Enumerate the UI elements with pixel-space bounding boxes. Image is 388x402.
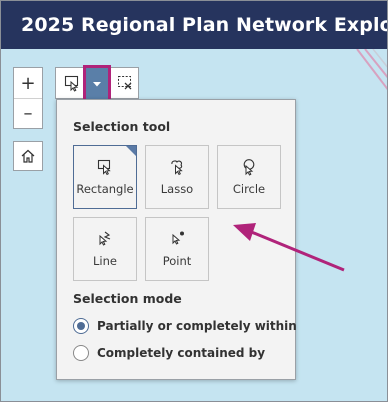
app-window: 2025 Regional Plan Network Explorer + – xyxy=(0,0,388,402)
annotation-arrow xyxy=(233,223,345,272)
